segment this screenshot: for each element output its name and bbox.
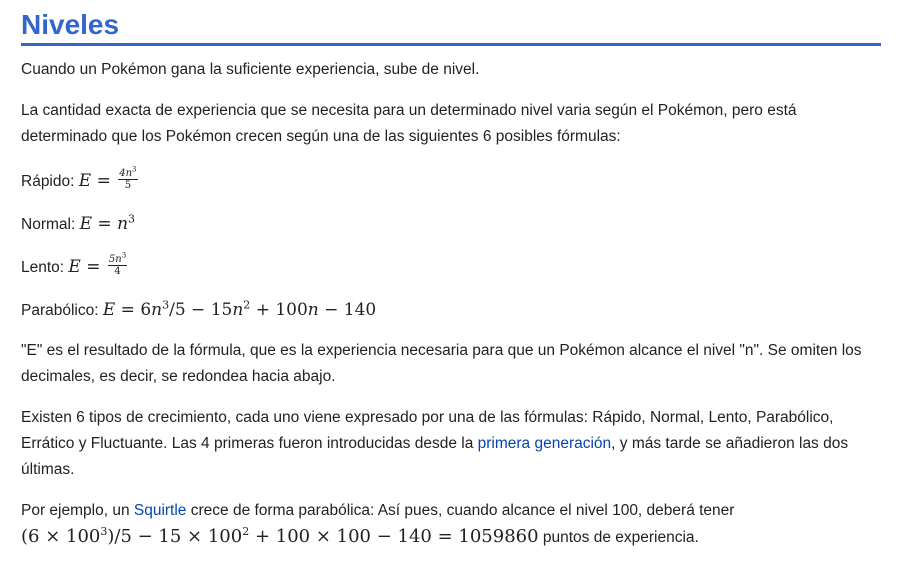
example-math: (6 × 1003)/5 − 15 × 1002 + 100 × 100 − 1… xyxy=(21,525,539,547)
formula-lento-label: Lento: xyxy=(21,259,65,276)
formula-rapido-label: Rápido: xyxy=(21,173,75,190)
explanation-paragraph: "E" es el resultado de la fórmula, que e… xyxy=(21,342,862,385)
example-paragraph: Por ejemplo, un Squirtle crece de forma … xyxy=(21,502,735,547)
formula-rapido: Rápido: E = 4n3 5 xyxy=(21,165,881,197)
formula-rapido-math: E = 4n3 5 xyxy=(78,165,138,191)
formulas-intro-paragraph: La cantidad exacta de experiencia que se… xyxy=(21,102,797,145)
section-heading: Niveles xyxy=(21,8,881,46)
intro-paragraph: Cuando un Pokémon gana la suficiente exp… xyxy=(21,61,480,78)
formula-parabolico-label: Parabólico: xyxy=(21,302,99,319)
squirtle-link[interactable]: Squirtle xyxy=(134,502,187,519)
formula-normal: Normal: E = n3 xyxy=(21,208,881,240)
formula-normal-math: E = n3 xyxy=(79,212,136,234)
growth-types-paragraph: Existen 6 tipos de crecimiento, cada uno… xyxy=(21,409,849,478)
formula-lento-math: E = 5n3 4 xyxy=(68,251,128,277)
formula-parabolico: Parabólico: E = 6n3/5 − 15n2 + 100n − 14… xyxy=(21,294,881,326)
formula-parabolico-math: E = 6n3/5 − 15n2 + 100n − 140 xyxy=(102,298,377,320)
example-suffix: puntos de experiencia. xyxy=(538,529,699,546)
article-content: Niveles Cuando un Pokémon gana la sufici… xyxy=(21,8,881,551)
primera-generacion-link[interactable]: primera generación xyxy=(478,435,612,452)
formula-lento: Lento: E = 5n3 4 xyxy=(21,251,881,283)
formula-normal-label: Normal: xyxy=(21,216,76,233)
